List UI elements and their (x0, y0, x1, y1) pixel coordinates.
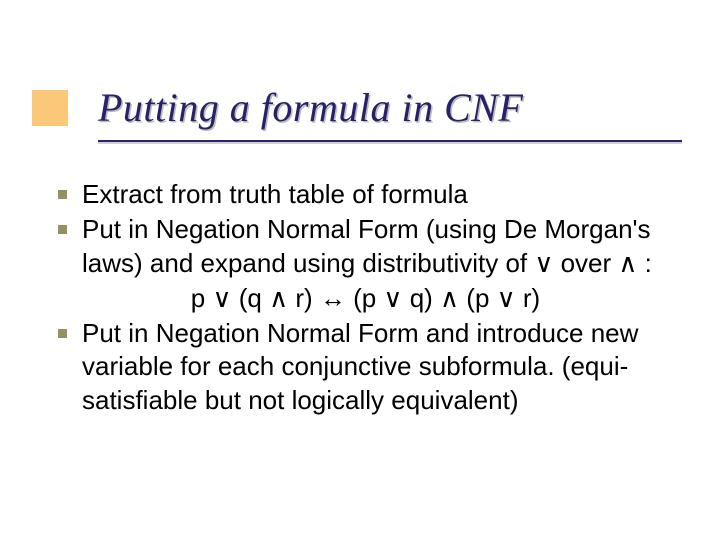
list-item: Put in Negation Normal Form and introduc… (50, 317, 681, 417)
slide-title: Putting a formula in CNF (98, 86, 523, 130)
slide-body: Extract from truth table of formula Put … (50, 178, 681, 419)
accent-square (32, 90, 68, 126)
bullet-text: Extract from truth table of formula (82, 179, 468, 209)
formula-line: p ∨ (q ∧ r) ↔ (p ∨ q) ∧ (p ∨ r) (50, 282, 681, 315)
slide: Putting a formula in CNF Extract from tr… (0, 0, 720, 540)
bullet-text: Put in Negation Normal Form (using De Mo… (82, 214, 652, 277)
title-wrap: Putting a formula in CNF (98, 86, 523, 130)
title-underline (98, 140, 682, 142)
bullet-text: Put in Negation Normal Form and introduc… (82, 318, 638, 415)
bullet-list: Extract from truth table of formula Put … (50, 178, 681, 417)
list-item: Extract from truth table of formula (50, 178, 681, 211)
list-item: Put in Negation Normal Form (using De Mo… (50, 213, 681, 315)
